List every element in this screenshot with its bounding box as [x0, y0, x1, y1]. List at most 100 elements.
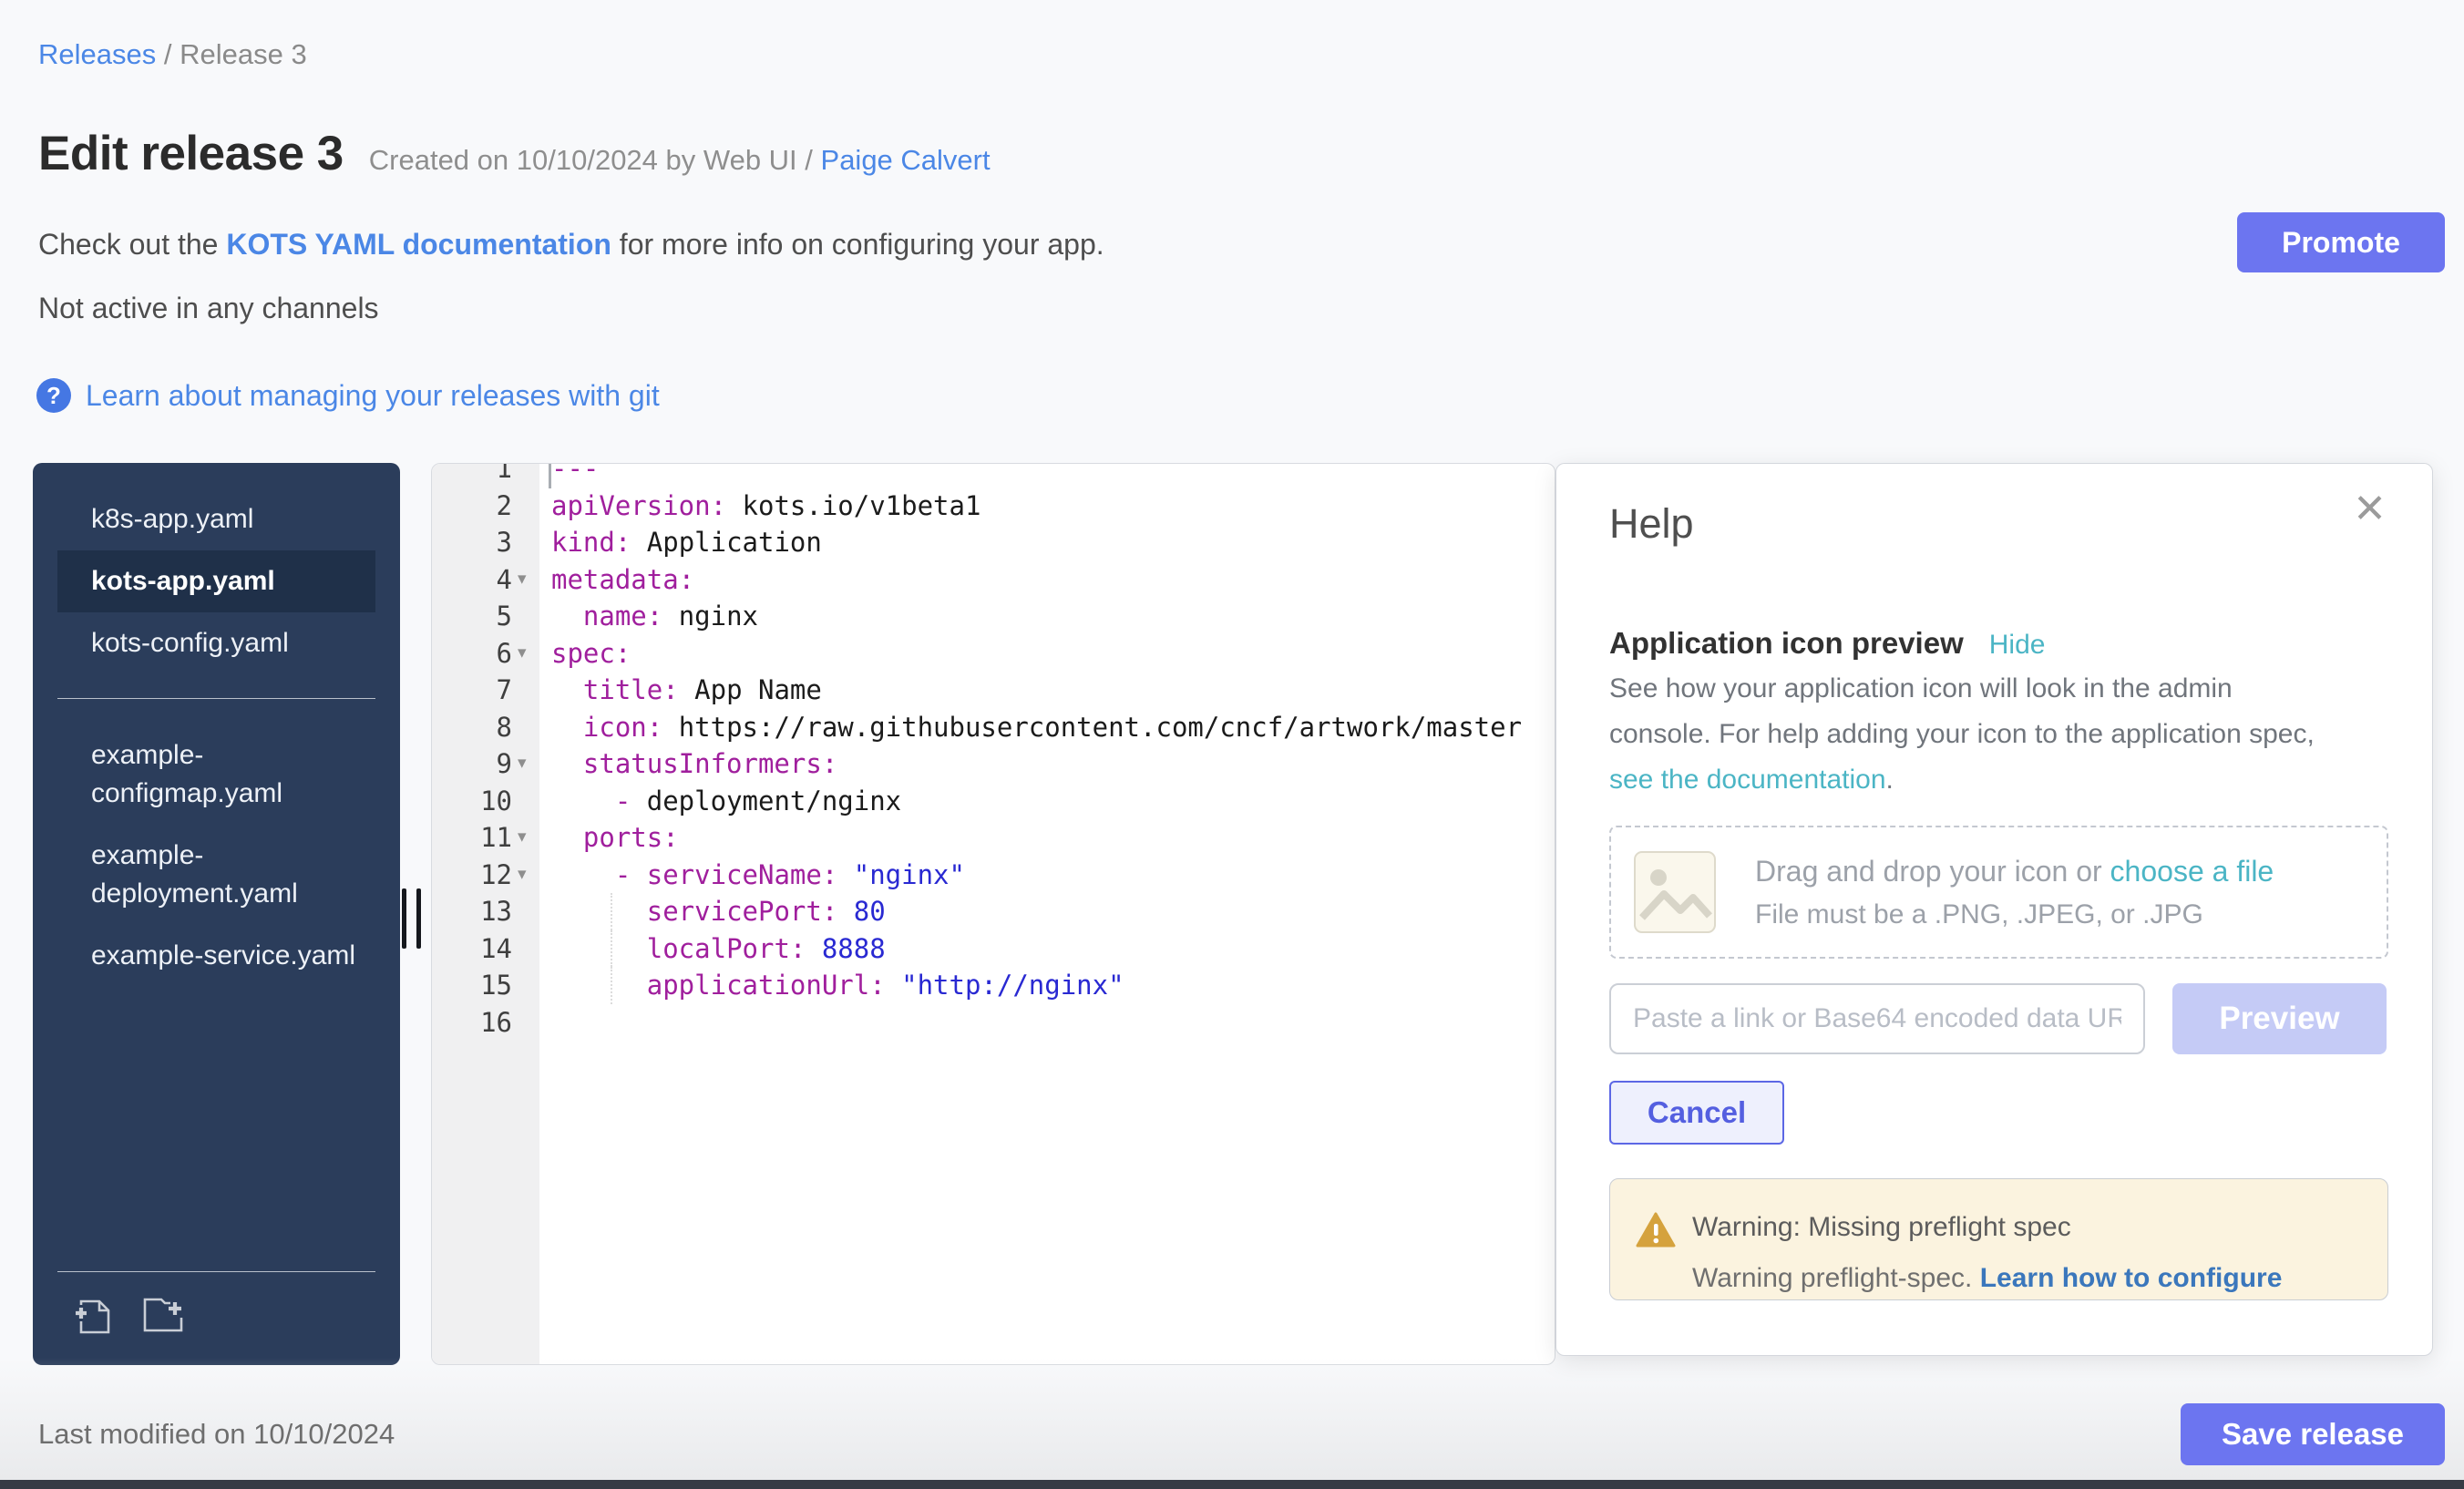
gutter-cell[interactable]: 13: [432, 893, 539, 930]
new-folder-icon[interactable]: [139, 1290, 187, 1338]
breadcrumb-releases-link[interactable]: Releases: [38, 38, 156, 70]
code-token: ---: [551, 463, 599, 484]
save-release-button[interactable]: Save release: [2181, 1403, 2445, 1465]
icon-preview-description: See how your application icon will look …: [1609, 666, 2338, 803]
icon-url-input[interactable]: [1609, 983, 2145, 1054]
channels-status: Not active in any channels: [38, 292, 379, 325]
sidebar-file-item[interactable]: example-configmap.yaml: [57, 724, 375, 825]
gutter-cell[interactable]: 10: [432, 783, 539, 820]
line-number[interactable]: 1: [432, 463, 512, 488]
gutter-cell[interactable]: 12▾: [432, 857, 539, 894]
code-text: icon: https://raw.githubusercontent.com/…: [539, 709, 1522, 746]
line-number[interactable]: 9: [432, 745, 512, 783]
cancel-button[interactable]: Cancel: [1609, 1081, 1784, 1145]
line-number[interactable]: 11: [432, 819, 512, 857]
line-number[interactable]: 2: [432, 488, 512, 525]
preview-button[interactable]: Preview: [2172, 983, 2387, 1054]
code-line[interactable]: 12▾ - serviceName: "nginx": [432, 857, 1555, 894]
git-help-row[interactable]: ? Learn about managing your releases wit…: [36, 378, 660, 413]
sidebar-file-item[interactable]: k8s-app.yaml: [57, 488, 375, 550]
code-token: 80: [837, 896, 885, 927]
gutter-cell[interactable]: 14: [432, 930, 539, 968]
code-line[interactable]: 6▾spec:: [432, 635, 1555, 673]
code-text: - serviceName: "nginx": [539, 857, 965, 894]
line-number[interactable]: 12: [432, 857, 512, 894]
choose-file-link[interactable]: choose a file: [2110, 855, 2274, 888]
breadcrumb-current: Release 3: [180, 38, 307, 70]
line-number[interactable]: 14: [432, 930, 512, 968]
gutter-cell[interactable]: 4▾: [432, 561, 539, 599]
line-number[interactable]: 4: [432, 561, 512, 599]
gutter-cell[interactable]: 1: [432, 463, 539, 488]
see-documentation-link[interactable]: see the documentation: [1609, 765, 1886, 795]
sidebar-file-item[interactable]: kots-app.yaml: [57, 550, 375, 612]
gutter-cell[interactable]: 16: [432, 1004, 539, 1042]
line-number[interactable]: 15: [432, 967, 512, 1004]
sidebar-file-item[interactable]: example-deployment.yaml: [57, 825, 375, 925]
code-line[interactable]: 3kind: Application: [432, 524, 1555, 561]
file-list: k8s-app.yamlkots-app.yamlkots-config.yam…: [33, 463, 400, 987]
line-number[interactable]: 3: [432, 524, 512, 561]
line-number[interactable]: 13: [432, 893, 512, 930]
fold-arrow-icon[interactable]: ▾: [518, 745, 527, 783]
code-token: [551, 786, 615, 816]
gutter-cell[interactable]: 6▾: [432, 635, 539, 673]
code-line[interactable]: 2apiVersion: kots.io/v1beta1: [432, 488, 1555, 525]
sidebar-resize-handle[interactable]: [402, 888, 429, 949]
created-author-link[interactable]: Paige Calvert: [821, 144, 991, 176]
close-icon[interactable]: ✕: [2353, 489, 2387, 529]
code-line[interactable]: 5 name: nginx: [432, 598, 1555, 635]
warning-triangle-icon: [1636, 1212, 1676, 1248]
icon-dropzone[interactable]: Drag and drop your icon or choose a file…: [1609, 826, 2388, 959]
fold-arrow-icon[interactable]: ▾: [518, 857, 527, 894]
docs-line: Check out the KOTS YAML documentation fo…: [38, 228, 1104, 262]
yaml-editor[interactable]: 1 --- 2apiVersion: kots.io/v1beta13kind: A…: [431, 463, 1555, 1365]
gutter-cell[interactable]: 9▾: [432, 745, 539, 783]
code-line[interactable]: 10 - deployment/nginx: [432, 783, 1555, 820]
code-line[interactable]: 14 localPort: 8888: [432, 930, 1555, 968]
code-line[interactable]: 7 title: App Name: [432, 672, 1555, 709]
code-token: metadata:: [551, 564, 694, 595]
code-text: name: nginx: [539, 598, 758, 635]
code-line[interactable]: 15 applicationUrl: "http://nginx": [432, 967, 1555, 1004]
question-icon: ?: [36, 378, 71, 413]
gutter-cell[interactable]: 8: [432, 709, 539, 746]
code-line[interactable]: 4▾ metadata:: [432, 561, 1555, 599]
gutter-cell[interactable]: 11▾: [432, 819, 539, 857]
new-file-icon[interactable]: [68, 1290, 116, 1338]
code-line[interactable]: 1 ---: [432, 463, 1555, 488]
code-line[interactable]: 9▾ statusInformers:: [432, 745, 1555, 783]
configure-preflight-link[interactable]: Learn how to configure: [1980, 1263, 2283, 1293]
description-period: .: [1886, 765, 1894, 795]
gutter-cell[interactable]: 7: [432, 672, 539, 709]
code-line[interactable]: 11▾ ports:: [432, 819, 1555, 857]
gutter-cell[interactable]: 2: [432, 488, 539, 525]
gutter-cell[interactable]: 5: [432, 598, 539, 635]
code-text: applicationUrl: "http://nginx": [539, 967, 1124, 1004]
hide-link[interactable]: Hide: [1989, 630, 2046, 661]
promote-button[interactable]: Promote: [2237, 212, 2445, 272]
gutter-cell[interactable]: 3: [432, 524, 539, 561]
gutter-cell[interactable]: 15: [432, 967, 539, 1004]
code-token: ports:: [583, 822, 679, 853]
code-line[interactable]: 16: [432, 1004, 1555, 1042]
fold-arrow-icon[interactable]: ▾: [518, 561, 527, 599]
code-line[interactable]: 8 icon: https://raw.githubusercontent.co…: [432, 709, 1555, 746]
line-number[interactable]: 7: [432, 672, 512, 709]
fold-arrow-icon[interactable]: ▾: [518, 819, 527, 857]
sidebar-file-item[interactable]: example-service.yaml: [57, 925, 375, 987]
code-line[interactable]: 13 servicePort: 80: [432, 893, 1555, 930]
kots-yaml-docs-link[interactable]: KOTS YAML documentation: [226, 228, 611, 261]
line-number[interactable]: 16: [432, 1004, 512, 1042]
warning-title: Warning: Missing preflight spec: [1692, 1212, 2071, 1243]
fold-arrow-icon[interactable]: ▾: [518, 635, 527, 673]
line-number[interactable]: 10: [432, 783, 512, 820]
line-number[interactable]: 6: [432, 635, 512, 673]
code-token: "nginx": [837, 859, 965, 890]
code-token: https://raw.githubusercontent.com/cncf/a…: [662, 712, 1522, 743]
line-number[interactable]: 5: [432, 598, 512, 635]
git-releases-link[interactable]: Learn about managing your releases with …: [86, 379, 660, 413]
line-number[interactable]: 8: [432, 709, 512, 746]
sidebar-file-item[interactable]: kots-config.yaml: [57, 612, 375, 674]
dropzone-line2: File must be a .PNG, .JPEG, or .JPG: [1755, 899, 2274, 930]
